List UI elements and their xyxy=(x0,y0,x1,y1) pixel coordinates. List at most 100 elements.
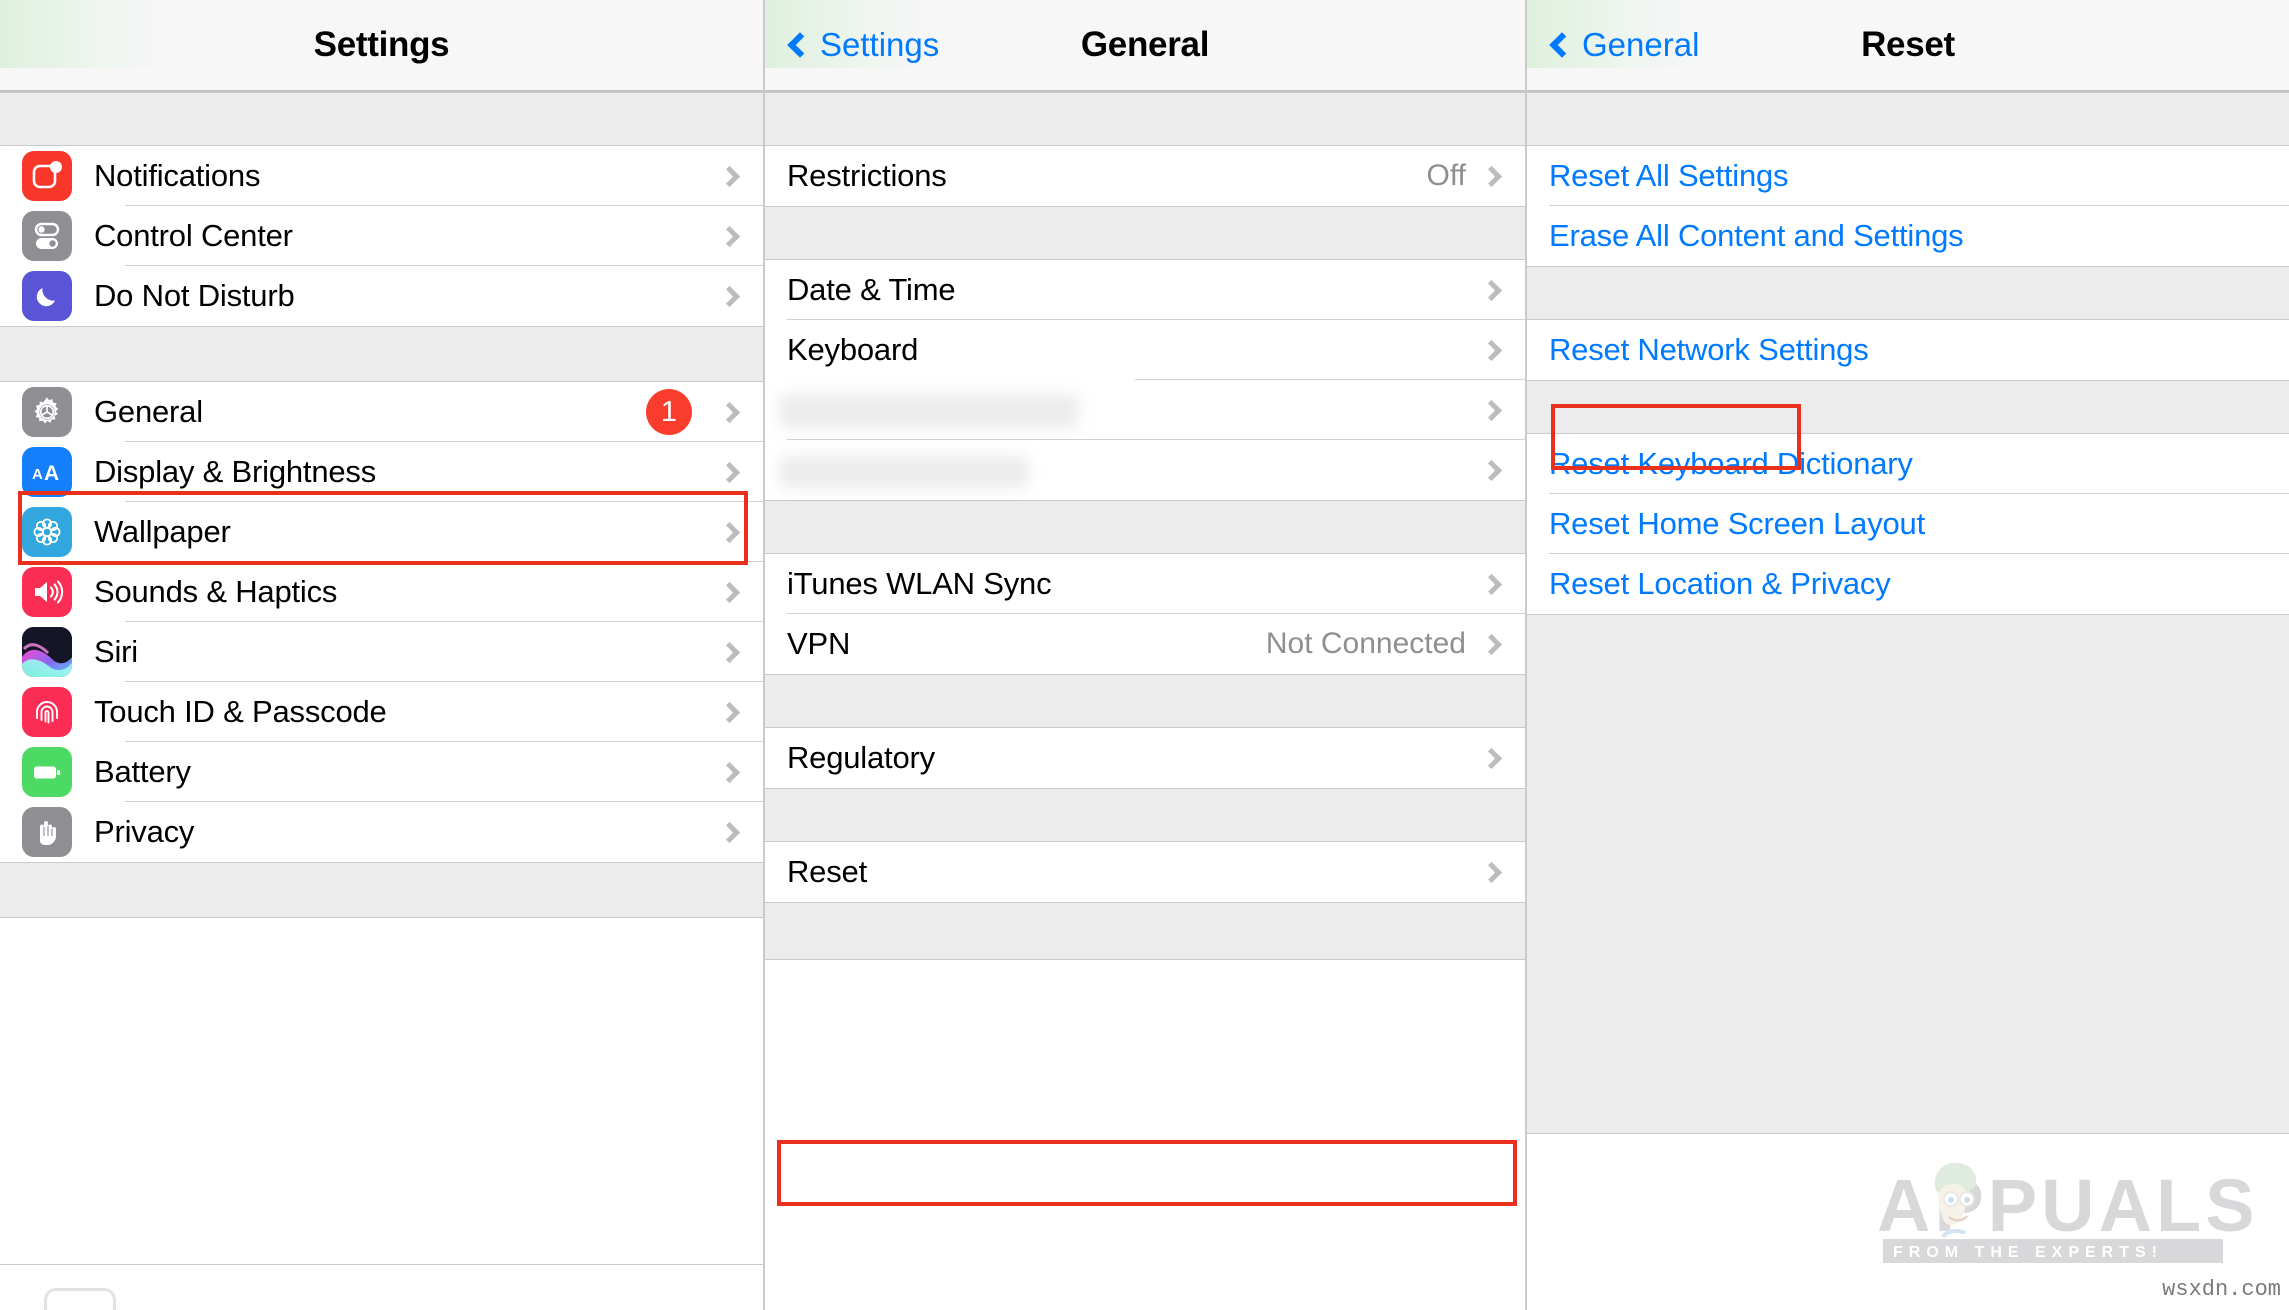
sidebar-item-notifications[interactable]: Notifications xyxy=(0,146,763,206)
chevron-right-icon xyxy=(1480,399,1503,421)
chevron-right-icon xyxy=(718,461,741,483)
wallpaper-icon xyxy=(22,507,72,557)
group-gap xyxy=(1527,380,2289,434)
chevron-right-icon xyxy=(1480,339,1503,361)
chevron-right-icon xyxy=(718,401,741,423)
group-gap xyxy=(765,92,1525,146)
row-date-time[interactable]: Date & Time xyxy=(765,260,1525,320)
row-value: Off xyxy=(1426,159,1466,192)
highlight-reset-row xyxy=(777,1140,1517,1206)
svg-text:APPUALS: APPUALS xyxy=(1877,1164,2259,1247)
chevron-right-icon xyxy=(718,165,741,187)
appuals-watermark: APPUALS FROM THE EXPERTS! xyxy=(1867,1153,2267,1268)
sidebar-item-control-center[interactable]: Control Center xyxy=(0,206,763,266)
row-label: Reset All Settings xyxy=(1549,158,1789,193)
row-reset-location-privacy[interactable]: Reset Location & Privacy xyxy=(1527,554,2289,614)
sidebar-item-label: Notifications xyxy=(94,158,261,193)
back-button-label: Settings xyxy=(820,26,940,63)
chevron-right-icon xyxy=(718,641,741,663)
row-restrictions[interactable]: Restrictions Off xyxy=(765,146,1525,206)
sidebar-item-label: Battery xyxy=(94,754,191,789)
sidebar-item-touch-id-passcode[interactable]: Touch ID & Passcode xyxy=(0,682,763,742)
chevron-right-icon xyxy=(718,225,741,247)
row-vpn[interactable]: VPN Not Connected xyxy=(765,614,1525,674)
general-group-4: Regulatory xyxy=(765,728,1525,788)
sidebar-item-siri[interactable]: Siri xyxy=(0,622,763,682)
chevron-right-icon xyxy=(1480,279,1503,301)
row-reset-keyboard-dictionary[interactable]: Reset Keyboard Dictionary xyxy=(1527,434,2289,494)
svg-text:A: A xyxy=(32,466,43,483)
row-redacted-1[interactable] xyxy=(765,380,1525,440)
row-label: Restrictions xyxy=(787,158,947,193)
general-group-2: Date & Time Keyboard xyxy=(765,260,1525,500)
page-title: Settings xyxy=(313,25,450,64)
general-navbar: Settings General xyxy=(765,0,1525,92)
do-not-disturb-icon xyxy=(22,271,72,321)
group-gap xyxy=(0,862,763,918)
chevron-left-icon xyxy=(1549,32,1575,58)
row-redacted-2[interactable] xyxy=(765,440,1525,500)
back-button-label: General xyxy=(1582,26,1700,63)
battery-icon xyxy=(22,747,72,797)
sidebar-item-label: Do Not Disturb xyxy=(94,278,295,313)
sidebar-item-label: Display & Brightness xyxy=(94,454,377,489)
sidebar-item-display-brightness[interactable]: A A Display & Brightness xyxy=(0,442,763,502)
chevron-left-icon xyxy=(787,32,813,58)
group-gap-bottom xyxy=(1527,614,2289,1134)
sidebar-item-do-not-disturb[interactable]: Do Not Disturb xyxy=(0,266,763,326)
group-gap xyxy=(1527,92,2289,146)
row-label: Reset xyxy=(787,854,867,889)
settings-group-1: Notifications Control Center Do Not Dist… xyxy=(0,146,763,326)
chevron-right-icon xyxy=(1480,459,1503,481)
row-reset-home-screen-layout[interactable]: Reset Home Screen Layout xyxy=(1527,494,2289,554)
gear-icon xyxy=(22,387,72,437)
settings-group-2: General 1 A A Display & Brightness Wallp… xyxy=(0,382,763,862)
row-label: Keyboard xyxy=(787,332,919,367)
sidebar-item-privacy[interactable]: Privacy xyxy=(0,802,763,862)
reset-group-2: Reset Network Settings xyxy=(1527,320,2289,380)
chevron-right-icon xyxy=(718,821,741,843)
sidebar-item-general[interactable]: General 1 xyxy=(0,382,763,442)
row-keyboard[interactable]: Keyboard xyxy=(765,320,1525,380)
group-gap xyxy=(0,92,763,146)
chevron-right-icon xyxy=(718,285,741,307)
sidebar-item-sounds-haptics[interactable]: Sounds & Haptics xyxy=(0,562,763,622)
group-gap xyxy=(765,500,1525,554)
reset-navbar: General Reset xyxy=(1527,0,2289,92)
row-regulatory[interactable]: Regulatory xyxy=(765,728,1525,788)
row-label: Reset Home Screen Layout xyxy=(1549,506,1926,541)
row-reset-network-settings[interactable]: Reset Network Settings xyxy=(1527,320,2289,380)
sidebar-item-battery[interactable]: Battery xyxy=(0,742,763,802)
source-watermark: wsxdn.com xyxy=(2162,1277,2281,1302)
sidebar-item-label: Touch ID & Passcode xyxy=(94,694,387,729)
back-button[interactable]: Settings xyxy=(787,26,940,64)
status-badge: 1 xyxy=(646,389,692,435)
chevron-right-icon xyxy=(1480,573,1503,595)
group-gap xyxy=(765,206,1525,260)
screens-container: Settings Notifications Control Center Do… xyxy=(0,0,2289,1310)
row-itunes-wlan-sync[interactable]: iTunes WLAN Sync xyxy=(765,554,1525,614)
back-button[interactable]: General xyxy=(1549,26,1700,64)
panel-settings: Settings Notifications Control Center Do… xyxy=(0,0,765,1310)
sidebar-item-label: Privacy xyxy=(94,814,195,849)
row-label: Regulatory xyxy=(787,740,935,775)
sounds-haptics-icon xyxy=(22,567,72,617)
redaction-smudge xyxy=(779,456,1029,488)
siri-icon xyxy=(22,627,72,677)
sidebar-item-label: General xyxy=(94,394,203,429)
row-reset[interactable]: Reset xyxy=(765,842,1525,902)
row-erase-all-content[interactable]: Erase All Content and Settings xyxy=(1527,206,2289,266)
chevron-right-icon xyxy=(718,761,741,783)
sidebar-item-label: Sounds & Haptics xyxy=(94,574,338,609)
home-indicator xyxy=(0,1264,763,1310)
row-label: Reset Location & Privacy xyxy=(1549,566,1891,601)
row-reset-all-settings[interactable]: Reset All Settings xyxy=(1527,146,2289,206)
chevron-right-icon xyxy=(1480,861,1503,883)
sidebar-item-label: Siri xyxy=(94,634,138,669)
notifications-icon xyxy=(22,151,72,201)
panel-reset: General Reset Reset All Settings Erase A… xyxy=(1527,0,2289,1310)
group-gap xyxy=(1527,266,2289,320)
sidebar-item-wallpaper[interactable]: Wallpaper xyxy=(0,502,763,562)
group-gap xyxy=(765,902,1525,960)
row-label: Reset Network Settings xyxy=(1549,332,1869,367)
